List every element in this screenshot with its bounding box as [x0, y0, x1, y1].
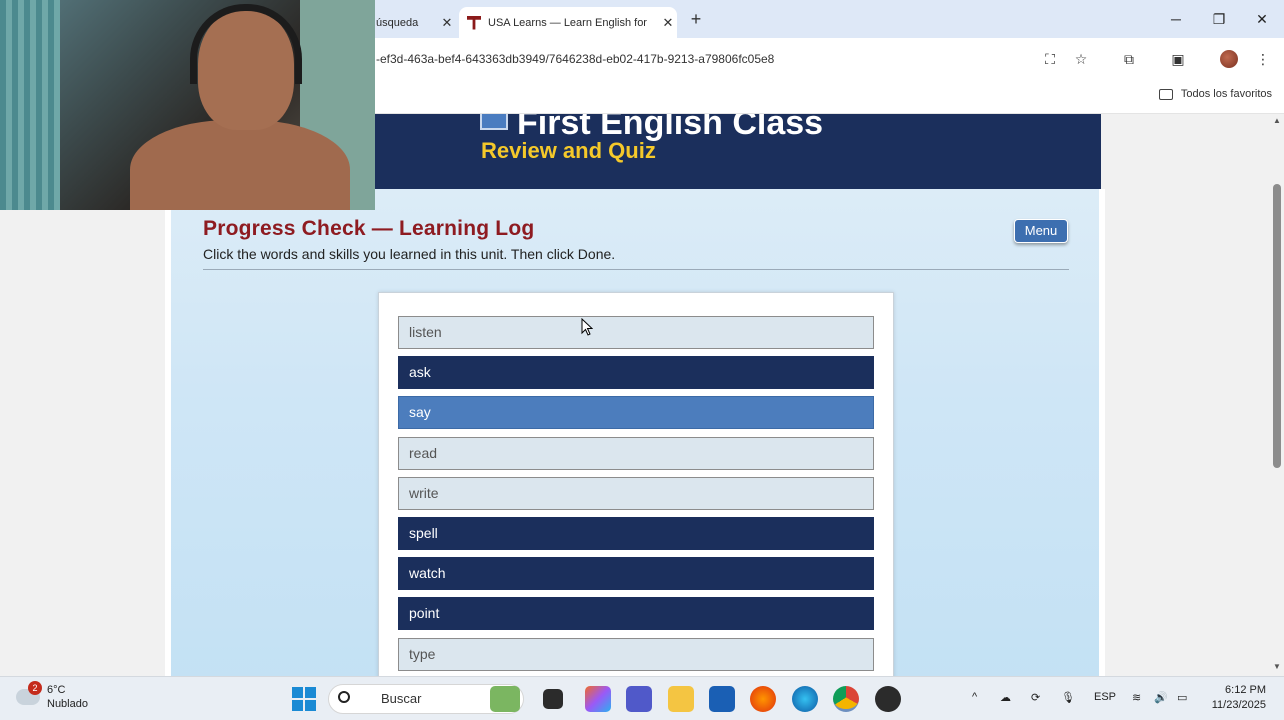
weather-temp: 6°C	[47, 684, 66, 696]
close-icon[interactable]: ✕	[438, 15, 456, 31]
instructions-text: Click the words and skills you learned i…	[203, 246, 616, 262]
notification-badge: 2	[28, 681, 42, 695]
close-icon[interactable]: ✕	[659, 15, 677, 31]
obs-icon[interactable]	[875, 686, 901, 712]
course-logo-icon	[480, 114, 508, 130]
page-title: Progress Check — Learning Log	[203, 217, 535, 240]
tab-search[interactable]: úsqueda ✕	[376, 7, 456, 38]
tab-usa-learns[interactable]: USA Learns — Learn English for ✕	[459, 7, 677, 38]
skill-item-say[interactable]: say	[398, 396, 874, 429]
volume-icon[interactable]: 🔊	[1154, 691, 1168, 704]
all-bookmarks-label: Todos los favoritos	[1180, 88, 1272, 100]
skill-item-type[interactable]: type	[398, 638, 874, 671]
widget-app-icon[interactable]	[490, 686, 520, 712]
wifi-icon[interactable]: ≋	[1132, 691, 1141, 704]
skill-item-listen[interactable]: listen	[398, 316, 874, 349]
webcam-person	[130, 120, 350, 210]
weather-desc: Nublado	[47, 698, 88, 710]
scroll-up-icon[interactable]: ▲	[1273, 116, 1281, 125]
extensions-icon[interactable]: ⧉	[1118, 48, 1140, 70]
profile-avatar[interactable]	[1220, 50, 1238, 68]
start-button[interactable]	[292, 687, 316, 711]
page-scrollbar[interactable]: ▲ ▼	[1270, 114, 1284, 676]
close-window-button[interactable]: ✕	[1242, 6, 1282, 32]
tab-title: úsqueda	[376, 16, 419, 29]
scroll-thumb[interactable]	[1273, 184, 1281, 468]
file-explorer-icon[interactable]	[668, 686, 694, 712]
search-icon	[338, 691, 350, 703]
cloud-sync-icon[interactable]: ☁	[1000, 691, 1011, 704]
translate-icon[interactable]: ⛶	[1039, 48, 1061, 70]
skill-item-point[interactable]: point	[398, 597, 874, 630]
more-menu-icon[interactable]: ⋮	[1252, 48, 1274, 70]
menu-button[interactable]: Menu	[1014, 219, 1068, 243]
skill-item-read[interactable]: read	[398, 437, 874, 470]
battery-icon[interactable]: ▭	[1177, 691, 1187, 704]
language-indicator[interactable]: ESP	[1094, 691, 1116, 703]
teams-icon[interactable]	[626, 686, 652, 712]
copilot-icon[interactable]	[585, 686, 611, 712]
all-bookmarks-button[interactable]: Todos los favoritos	[1158, 88, 1272, 100]
bookmark-star-icon[interactable]: ☆	[1070, 48, 1092, 70]
refresh-icon[interactable]: ⟳	[1031, 691, 1040, 704]
webcam-overlay	[0, 0, 375, 210]
store-icon[interactable]	[709, 686, 735, 712]
skill-item-watch[interactable]: watch	[398, 557, 874, 590]
weather-widget[interactable]: 6°C Nublado	[16, 683, 88, 711]
tab-title: USA Learns — Learn English for	[488, 16, 647, 29]
mouse-cursor-icon	[581, 318, 593, 336]
learning-log-panel: Progress Check — Learning Log Click the …	[165, 189, 1105, 676]
folder-icon	[1158, 88, 1173, 100]
chevron-up-icon[interactable]: ^	[972, 691, 977, 703]
skill-item-spell[interactable]: spell	[398, 517, 874, 550]
chrome-icon[interactable]	[833, 686, 859, 712]
firefox-icon[interactable]	[750, 686, 776, 712]
skill-item-ask[interactable]: ask	[398, 356, 874, 389]
skill-item-write[interactable]: write	[398, 477, 874, 510]
address-bar[interactable]: -ef3d-463a-bef4-643363db3949/7646238d-eb…	[376, 44, 1284, 74]
minimize-button[interactable]: ─	[1156, 6, 1196, 32]
edge-icon[interactable]	[792, 686, 818, 712]
clock[interactable]: 6:12 PM 11/23/2025	[1204, 683, 1266, 713]
clock-time: 6:12 PM	[1225, 684, 1266, 696]
clock-date: 11/23/2025	[1211, 699, 1266, 711]
banner-subtitle: Review and Quiz	[481, 138, 656, 163]
webcam-background	[0, 0, 60, 210]
microphone-icon[interactable]: 🎙	[1061, 691, 1075, 704]
maximize-button[interactable]: ❐	[1199, 6, 1239, 32]
divider	[203, 269, 1069, 270]
scroll-down-icon[interactable]: ▼	[1273, 662, 1281, 671]
new-tab-button[interactable]: +	[686, 8, 706, 30]
windows-taskbar: 6°C Nublado 2 Buscar ^ ☁ ⟳ 🎙 ESP ≋ 🔊 ▭ 6…	[0, 676, 1284, 720]
task-view-icon[interactable]	[543, 689, 563, 709]
side-panel-icon[interactable]: ▣	[1167, 48, 1189, 70]
headset-icon	[190, 4, 302, 84]
usa-learns-favicon-icon	[467, 16, 481, 30]
skills-list-card: listen ask say read write spell watch po…	[378, 292, 894, 676]
